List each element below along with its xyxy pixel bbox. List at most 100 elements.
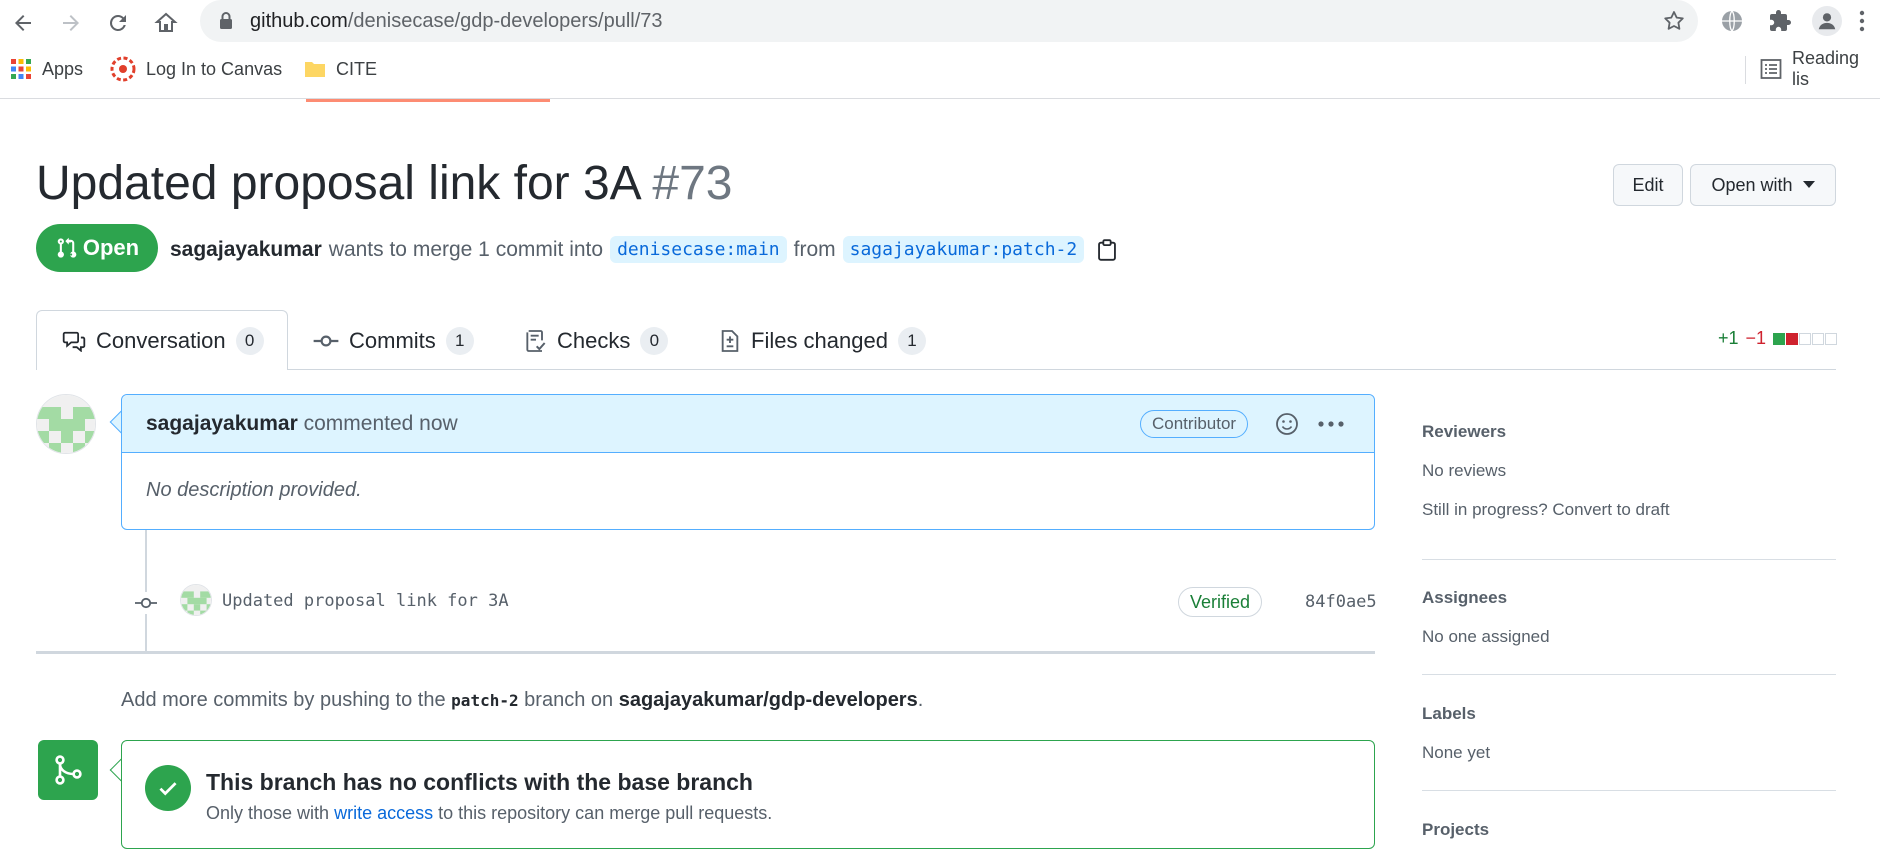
home-icon <box>154 12 178 32</box>
tab-commits[interactable]: Commits 1 <box>313 326 474 356</box>
commit-sha[interactable]: 84f0ae5 <box>1305 592 1377 612</box>
comment-body: No description provided. <box>146 479 362 501</box>
convert-to-draft-link[interactable]: Still in progress? Convert to draft <box>1422 500 1670 520</box>
comment-header: sagajayakumar commented now Contributor <box>122 395 1374 453</box>
open-with-button[interactable]: Open with <box>1690 164 1836 206</box>
bookmark-separator <box>1745 56 1746 84</box>
sidebar-divider <box>1422 559 1836 560</box>
hint-repo-link[interactable]: sagajayakumar/gdp-developers <box>619 689 918 711</box>
home-button[interactable] <box>149 6 183 40</box>
merge-status-box: This branch has no conflicts with the ba… <box>121 740 1375 849</box>
tab-conversation[interactable]: Conversation 0 <box>62 326 264 356</box>
sidebar-projects-heading[interactable]: Projects <box>1422 820 1489 840</box>
diffstat: +1 −1 <box>1718 328 1838 349</box>
commit-node-icon <box>135 592 157 614</box>
star-icon[interactable] <box>1662 9 1686 33</box>
hint-suffix: . <box>917 689 924 711</box>
pull-request-icon <box>57 237 77 258</box>
smiley-icon[interactable] <box>1275 412 1299 436</box>
reload-icon <box>110 14 126 31</box>
comments-icon <box>62 331 86 352</box>
merge-sub-prefix: Only those with <box>206 803 330 823</box>
merge-status-title: This branch has no conflicts with the ba… <box>206 769 753 795</box>
timeline-divider <box>36 651 1375 654</box>
avatar[interactable] <box>36 394 96 454</box>
merge-sub-suffix: to this repository can merge pull reques… <box>438 803 773 823</box>
base-branch[interactable]: denisecase:main <box>610 236 787 263</box>
write-access-link[interactable]: write access <box>334 803 433 823</box>
globe-icon[interactable] <box>1720 9 1744 33</box>
forward-button[interactable] <box>54 6 88 40</box>
tab-counter: 1 <box>445 327 474 355</box>
sidebar-assignees-heading[interactable]: Assignees <box>1422 588 1507 608</box>
commit-message[interactable]: Updated proposal link for 3A <box>222 591 509 611</box>
identicon-icon <box>181 585 211 615</box>
tab-label: Files changed <box>751 328 888 353</box>
menu-dots-icon[interactable] <box>1858 9 1866 33</box>
git-merge-icon <box>55 755 82 785</box>
lock-icon <box>220 12 232 29</box>
bookmark-apps[interactable]: Apps <box>10 56 83 82</box>
arrow-left-icon <box>15 15 31 31</box>
open-with-label: Open with <box>1711 174 1793 195</box>
sidebar-reviewers-value: No reviews <box>1422 461 1507 480</box>
comment-author-link[interactable]: sagajayakumar <box>146 412 298 435</box>
verified-badge[interactable]: Verified <box>1178 587 1263 617</box>
diffstat-box-neutral <box>1799 332 1812 345</box>
commit-author-avatar[interactable] <box>180 584 212 616</box>
tab-label: Checks <box>557 328 631 353</box>
comment-meta: sagajayakumar commented now <box>146 412 458 436</box>
comment-timestamp[interactable]: commented now <box>304 412 458 435</box>
commit-row: Updated proposal link for 3A Verified 84… <box>130 582 1377 622</box>
tab-counter: 1 <box>897 327 926 355</box>
pr-number: #73 <box>652 157 733 210</box>
merge-text: wants to merge 1 commit into <box>328 237 604 261</box>
copy-icon[interactable] <box>1097 238 1117 261</box>
profile-button[interactable] <box>1812 6 1842 36</box>
account-icon <box>1818 13 1836 30</box>
back-button[interactable] <box>6 6 40 40</box>
diffstat-box-neutral <box>1825 332 1838 345</box>
bookmark-cite[interactable]: CITE <box>304 56 377 82</box>
sidebar-labels-heading[interactable]: Labels <box>1422 704 1476 724</box>
commit-icon <box>313 335 339 347</box>
extensions-icon[interactable] <box>1768 9 1792 33</box>
sidebar-labels-value: None yet <box>1422 743 1491 762</box>
reading-list-button[interactable]: Reading lis <box>1760 48 1880 89</box>
head-branch[interactable]: sagajayakumar:patch-2 <box>842 236 1085 263</box>
edit-button[interactable]: Edit <box>1613 164 1683 206</box>
identicon-icon <box>37 395 95 453</box>
tab-checks[interactable]: Checks 0 <box>525 326 669 356</box>
url-text: github.com/denisecase/gdp-developers/pul… <box>250 10 663 32</box>
diffstat-box-neutral <box>1812 332 1825 345</box>
kebab-horizontal-icon[interactable] <box>1318 420 1344 428</box>
contributor-label: Contributor <box>1152 414 1237 433</box>
add-commits-hint: Add more commits by pushing to the patch… <box>121 689 923 712</box>
sidebar-divider <box>1422 674 1836 675</box>
hint-branch: patch-2 <box>451 691 519 710</box>
sidebar-reviewers-heading[interactable]: Reviewers <box>1422 422 1506 442</box>
pr-author-link[interactable]: sagajayakumar <box>170 238 322 262</box>
sidebar-assignees-value: No one assigned <box>1422 627 1550 646</box>
bookmark-label: Apps <box>42 58 84 79</box>
canvas-logo-icon <box>110 56 136 82</box>
tabs-border <box>36 369 1836 370</box>
hint-middle: branch on <box>524 689 614 711</box>
file-diff-icon <box>721 330 739 352</box>
browser-chrome: github.com/denisecase/gdp-developers/pul… <box>0 0 1880 102</box>
hint-prefix: Add more commits by pushing to the <box>121 689 446 711</box>
pr-state-label: Open <box>82 235 140 260</box>
bookmark-label: CITE <box>336 58 378 79</box>
verified-label: Verified <box>1190 591 1251 612</box>
tab-files-changed[interactable]: Files changed 1 <box>719 326 926 356</box>
merge-status-icon-box <box>38 740 98 800</box>
page-load-bar <box>306 99 550 102</box>
reload-button[interactable] <box>101 6 135 40</box>
diffstat-additions: +1 <box>1718 328 1739 348</box>
pr-title: Updated proposal link for 3A #73 <box>36 156 732 211</box>
diffstat-deletions: −1 <box>1745 328 1767 348</box>
caret-down-icon <box>1802 181 1815 188</box>
bookmark-canvas[interactable]: Log In to Canvas <box>110 56 282 82</box>
reading-list-label: Reading lis <box>1792 48 1860 89</box>
address-bar[interactable]: github.com/denisecase/gdp-developers/pul… <box>200 0 1698 42</box>
